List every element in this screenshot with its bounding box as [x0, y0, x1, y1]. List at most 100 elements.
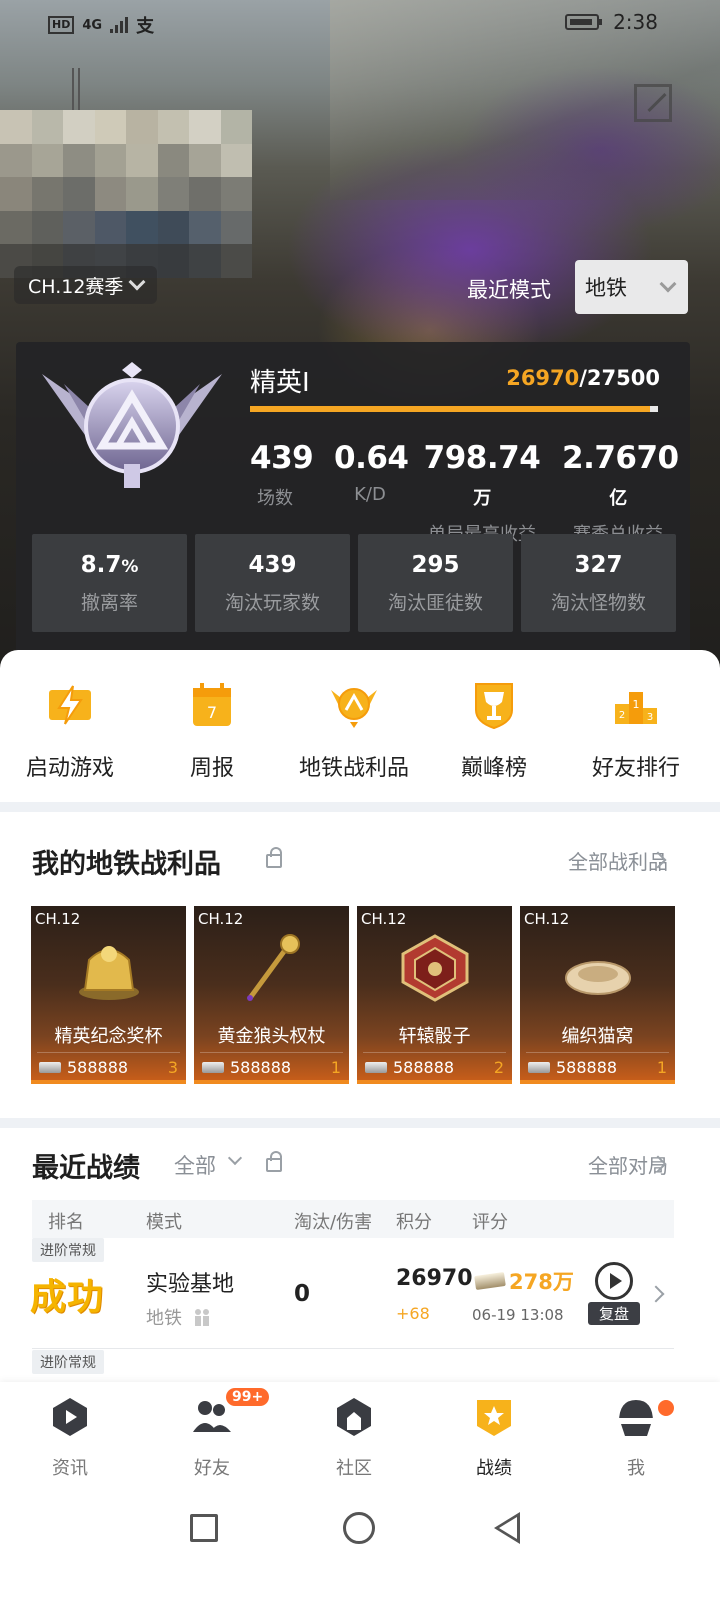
loot-card[interactable]: CH.12 轩辕骰子 588888 2 [357, 906, 512, 1084]
quick-action-friend-ranking[interactable]: 1 2 3 好友排行 [566, 680, 706, 782]
stat-value: 439 [248, 552, 297, 578]
sub-stats: 8.7% 撤离率 439 淘汰玩家数 295 淘汰匪徒数 327 淘汰怪物数 [32, 534, 676, 632]
quick-action-metro-loot[interactable]: 地铁战利品 [284, 680, 424, 782]
loot-price-value: 588888 [556, 1058, 618, 1077]
column-mode: 模式 [146, 1212, 182, 1233]
lock-icon[interactable] [266, 847, 282, 868]
share-icon[interactable] [634, 84, 672, 122]
svg-text:1: 1 [633, 698, 640, 711]
hd-indicator: HD [48, 16, 75, 34]
stat-unit: 万 [473, 488, 491, 509]
score-delta: +68 [396, 1304, 430, 1323]
loot-price: 588888 [202, 1058, 291, 1077]
network-type: 4G [82, 17, 103, 33]
trophy-icon [79, 946, 139, 1000]
stat-value: 295 [411, 552, 460, 578]
rank-target-points: /27500 [579, 366, 660, 390]
signal-icon [110, 17, 129, 33]
chevron-down-icon [659, 275, 677, 293]
shield-badge-icon [331, 688, 377, 728]
stat-value: 0.64 [334, 440, 409, 476]
loot-card[interactable]: CH.12 精英纪念奖杯 588888 3 [31, 906, 186, 1084]
loot-chapter: CH.12 [198, 910, 244, 928]
podium-icon: 1 2 3 [615, 692, 657, 724]
map-mode: 地铁 [146, 1308, 182, 1329]
quick-action-leaderboard[interactable]: 巅峰榜 [424, 680, 564, 782]
stat-matches: 439 场数 [250, 440, 314, 510]
stat-extract-rate: 8.7% 撤离率 [32, 534, 187, 632]
mode-tag: 进阶常规 [32, 1238, 104, 1262]
stat-label: K/D [354, 484, 386, 505]
loot-count: 2 [493, 1058, 504, 1077]
stat-unit: % [121, 557, 139, 577]
stat-kd: 0.64 K/D [334, 440, 409, 505]
stat-label: 撤离率 [80, 592, 138, 614]
profile-icon [619, 1400, 653, 1436]
rank-name: 精英I [250, 368, 310, 398]
stat-label: 淘汰匪徒数 [387, 592, 483, 614]
rank-points: 26970/27500 [506, 366, 660, 390]
avatar[interactable] [0, 110, 252, 278]
cash-icon [474, 1271, 506, 1291]
mode-dropdown[interactable]: 地铁 [575, 260, 688, 314]
home-icon[interactable] [343, 1512, 375, 1544]
quick-action-label: 巅峰榜 [460, 756, 527, 781]
quick-action-label: 启动游戏 [25, 756, 114, 781]
quick-action-launch-game[interactable]: 启动游戏 [0, 680, 140, 782]
kills-value: 0 [294, 1281, 311, 1307]
loot-price: 588888 [365, 1058, 454, 1077]
notification-dot [656, 1398, 676, 1418]
nav-label: 社区 [336, 1458, 372, 1479]
season-selector[interactable]: CH.12赛季 [14, 266, 158, 304]
tab-community[interactable]: 社区 [294, 1396, 414, 1480]
stat-value: 327 [574, 552, 623, 578]
trophy-shield-icon [475, 683, 513, 730]
score-value: 26970 [396, 1266, 473, 1291]
cash-icon [528, 1062, 550, 1073]
nav-label: 资讯 [52, 1458, 88, 1479]
back-icon[interactable] [494, 1512, 520, 1544]
loot-price: 588888 [528, 1058, 617, 1077]
replay-button[interactable]: 复盘 [588, 1262, 640, 1326]
loot-chapter: CH.12 [35, 910, 81, 928]
rank-progress-fill [250, 406, 651, 412]
loot-name: 轩辕骰子 [398, 1026, 471, 1047]
battle-table-header: 排名 模式 淘汰/伤害 积分 评分 [32, 1200, 674, 1238]
system-nav-bar [0, 1490, 720, 1600]
stat-value: 798.74 [423, 440, 541, 476]
stat-value: 8.7 [80, 552, 122, 578]
community-icon [337, 1398, 371, 1436]
loot-card[interactable]: CH.12 编织猫窝 588888 1 [520, 906, 675, 1084]
loot-count: 3 [167, 1058, 178, 1077]
battle-filter-dropdown[interactable]: 全部 [174, 1150, 216, 1180]
clock: 2:38 [613, 10, 658, 34]
stats-card: 精英I 26970/27500 439 场数 0.64 K/D 798.74万 … [16, 342, 690, 654]
tab-news[interactable]: 资讯 [10, 1396, 130, 1480]
svg-text:2: 2 [619, 710, 625, 721]
chevron-down-icon [128, 273, 146, 291]
row-divider [32, 1348, 674, 1349]
lock-icon[interactable] [266, 1151, 282, 1172]
stat-label: 淘汰怪物数 [550, 592, 646, 614]
cash-icon [39, 1062, 61, 1073]
recent-apps-icon[interactable] [190, 1514, 218, 1542]
loot-name: 编织猫窝 [561, 1026, 634, 1047]
loot-section: 我的地铁战利品 全部战利品 CH.12 精英纪念奖杯 588888 3 CH.1… [0, 812, 720, 1118]
loot-name: 黄金狼头权杖 [217, 1026, 326, 1047]
friends-icon [193, 1401, 231, 1432]
replay-label: 复盘 [588, 1302, 640, 1325]
tab-me[interactable]: 我 [576, 1396, 696, 1480]
quick-action-label: 周报 [189, 756, 234, 781]
main-stats: 439 场数 0.64 K/D 798.74万 单局最高收益 2.7670亿 赛… [250, 440, 679, 545]
lightning-icon [49, 685, 91, 725]
loot-chapter: CH.12 [524, 910, 570, 928]
recent-mode-label: 最近模式 [467, 278, 551, 302]
tab-friends[interactable]: 好友 [152, 1396, 272, 1480]
quick-action-weekly-report[interactable]: 7 周报 [142, 680, 282, 782]
record-icon [477, 1400, 511, 1436]
battles-title: 最近战绩 [32, 1153, 140, 1184]
rank-progress-bar [250, 406, 658, 412]
loot-card[interactable]: CH.12 黄金狼头权杖 588888 1 [194, 906, 349, 1084]
tab-records[interactable]: 战绩 [434, 1396, 554, 1480]
loot-title: 我的地铁战利品 [32, 849, 221, 880]
